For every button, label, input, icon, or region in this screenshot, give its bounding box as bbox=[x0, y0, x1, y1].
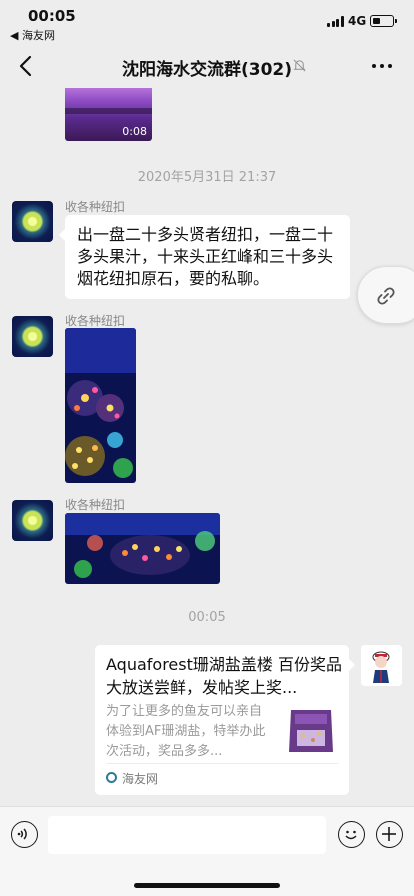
video-duration: 0:08 bbox=[122, 125, 147, 138]
bell-muted-icon bbox=[293, 59, 306, 72]
timestamp: 00:05 bbox=[188, 610, 226, 625]
sender-name: 收各种纽扣 bbox=[65, 200, 126, 214]
more-dots-icon[interactable] bbox=[372, 64, 392, 69]
emoji-icon[interactable] bbox=[338, 821, 365, 848]
avatar[interactable] bbox=[12, 316, 53, 357]
signal-icon bbox=[327, 16, 344, 27]
avatar[interactable] bbox=[12, 500, 53, 541]
user-avatar-image bbox=[361, 645, 402, 686]
plus-icon[interactable] bbox=[376, 821, 403, 848]
card-divider bbox=[106, 763, 338, 764]
article-description: 为了让更多的鱼友可以亲自体验到AF珊湖盐，特举办此次活动，奖品多多... bbox=[106, 704, 266, 759]
message-input[interactable] bbox=[48, 816, 326, 854]
battery-tip bbox=[395, 19, 397, 23]
back-to-app-link[interactable]: ◀ 海友网 bbox=[10, 27, 55, 43]
source-name: 海友网 bbox=[122, 772, 159, 786]
link-icon bbox=[377, 287, 395, 305]
sender-name: 收各种纽扣 bbox=[65, 314, 126, 328]
floating-link-button[interactable] bbox=[357, 266, 414, 324]
status-bar: 00:05 ◀ 海友网 4G bbox=[0, 0, 414, 44]
avatar[interactable] bbox=[361, 645, 402, 686]
chat-area[interactable]: 0:08 2020年5月31日 21:37 收各种纽扣 出一盘二十多头贤者纽扣，… bbox=[0, 88, 414, 806]
avatar[interactable] bbox=[12, 201, 53, 242]
shared-article-card[interactable]: Aquaforest珊湖盐盖楼 百份奖品大放送尝鲜，发帖奖上奖... 为了让更多… bbox=[95, 645, 355, 795]
article-thumbnail bbox=[283, 702, 339, 758]
nav-bar: 沈阳海水交流群(302) bbox=[0, 44, 414, 88]
sender-name: 收各种纽扣 bbox=[65, 498, 126, 512]
article-title: Aquaforest珊湖盐盖楼 百份奖品大放送尝鲜，发帖奖上奖... bbox=[106, 655, 342, 697]
coral-image bbox=[65, 513, 220, 584]
source-logo-icon bbox=[106, 772, 117, 783]
video-message[interactable]: 0:08 bbox=[65, 88, 152, 141]
timestamp: 2020年5月31日 21:37 bbox=[137, 170, 277, 185]
home-indicator[interactable] bbox=[134, 883, 280, 888]
text-message-bubble[interactable]: 出一盘二十多头贤者纽扣，一盘二十多头果汁，十来头正红峰和三十多头烟花纽扣原石，要… bbox=[59, 215, 350, 299]
network-type: 4G bbox=[348, 14, 367, 28]
image-message[interactable] bbox=[65, 513, 220, 584]
chat-title: 沈阳海水交流群(302) bbox=[121, 60, 293, 80]
battery-icon bbox=[370, 15, 394, 27]
image-message[interactable] bbox=[65, 328, 136, 483]
status-time: 00:05 bbox=[28, 7, 76, 25]
coral-image bbox=[65, 328, 136, 483]
article-source: 海友网 bbox=[106, 770, 158, 787]
input-bar bbox=[0, 806, 414, 896]
voice-icon[interactable] bbox=[11, 821, 38, 848]
